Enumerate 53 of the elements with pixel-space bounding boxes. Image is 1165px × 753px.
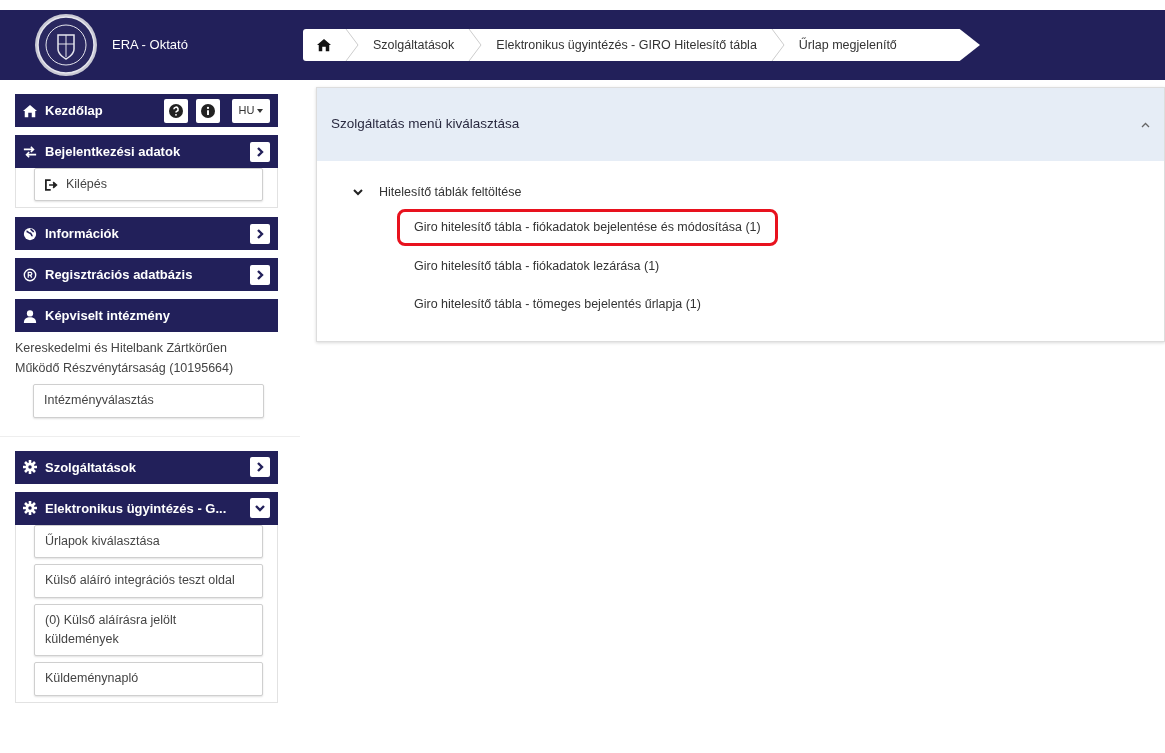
chevron-right-icon — [255, 462, 265, 473]
chevron-right-icon — [255, 269, 265, 280]
institution-name: Kereskedelmi és Hitelbank Zártkörűen Működő Részvénytársaság (10195664) — [15, 340, 235, 378]
breadcrumb-link[interactable]: Űrlap megjelenítő — [784, 35, 911, 55]
breadcrumb-separator — [770, 29, 785, 61]
menu-button[interactable]: (0) Külső aláírásra jelölt küldemények — [34, 603, 263, 657]
toggle-button[interactable] — [250, 223, 270, 244]
toggle-button[interactable] — [250, 457, 270, 478]
menu-button[interactable]: Intézményválasztás — [33, 384, 264, 418]
language-dropdown[interactable]: HU — [232, 98, 270, 123]
section-title: Képviselt intézmény — [45, 307, 171, 326]
arrows-icon — [23, 144, 37, 159]
toggle-button[interactable] — [250, 264, 270, 285]
help-button[interactable] — [164, 98, 188, 123]
info-icon — [201, 103, 215, 118]
gear-icon — [23, 460, 37, 475]
home-icon — [23, 103, 37, 118]
chevron-right-icon — [255, 228, 265, 239]
section-title: Bejelentkezési adatok — [45, 142, 182, 161]
chevron-down-icon — [255, 503, 265, 514]
section-title: Szolgáltatások — [45, 458, 138, 477]
registered-icon — [23, 267, 37, 282]
gear-icon — [23, 501, 37, 516]
tree-node-label[interactable]: Hitelesítő táblák feltöltése — [379, 183, 522, 202]
tree-link[interactable]: Giro hitelesítő tábla - fiókadatok lezárása (1) — [397, 247, 677, 285]
toggle-button[interactable] — [250, 141, 270, 162]
section-title: Regisztrációs adatbázis — [45, 266, 194, 285]
user-icon — [23, 308, 37, 323]
home-icon — [317, 38, 331, 52]
menu-button[interactable]: Külső aláíró integrációs teszt oldal — [34, 564, 263, 598]
chevron-right-icon — [255, 146, 265, 157]
section-title: Elektronikus ügyintézés - G... — [45, 499, 228, 518]
info-button[interactable] — [196, 98, 220, 123]
logout-icon — [45, 178, 58, 191]
toggle-button[interactable] — [250, 498, 270, 519]
menu-button[interactable]: Küldeménynapló — [34, 662, 263, 696]
tree-link[interactable]: Giro hitelesítő tábla - fiókadatok bejelentése és módosítása (1) — [397, 208, 778, 246]
breadcrumb-link[interactable]: Elektronikus ügyintézés - GIRO Hitelesítő tábla — [482, 35, 771, 55]
caret-icon — [257, 108, 264, 113]
home-link[interactable]: Kezdőlap — [23, 100, 156, 121]
breadcrumb-separator — [468, 29, 483, 61]
app-title: ERA - Oktató — [112, 36, 188, 55]
seal-logo — [34, 13, 98, 77]
panel-title: Szolgáltatás menü kiválasztása — [331, 115, 521, 134]
menu-button[interactable]: Űrlapok kiválasztása — [34, 524, 263, 559]
chevron-down-icon[interactable] — [353, 188, 363, 196]
help-icon — [169, 103, 183, 118]
breadcrumb-link[interactable]: Szolgáltatások — [359, 35, 469, 55]
section-title: Információk — [45, 225, 120, 244]
globe-icon — [23, 226, 37, 241]
breadcrumb-separator — [345, 29, 359, 61]
tree-link[interactable]: Giro hitelesítő tábla - tömeges bejelentés űrlapja (1) — [397, 286, 718, 323]
logout-button[interactable]: Kilépés — [34, 168, 263, 202]
